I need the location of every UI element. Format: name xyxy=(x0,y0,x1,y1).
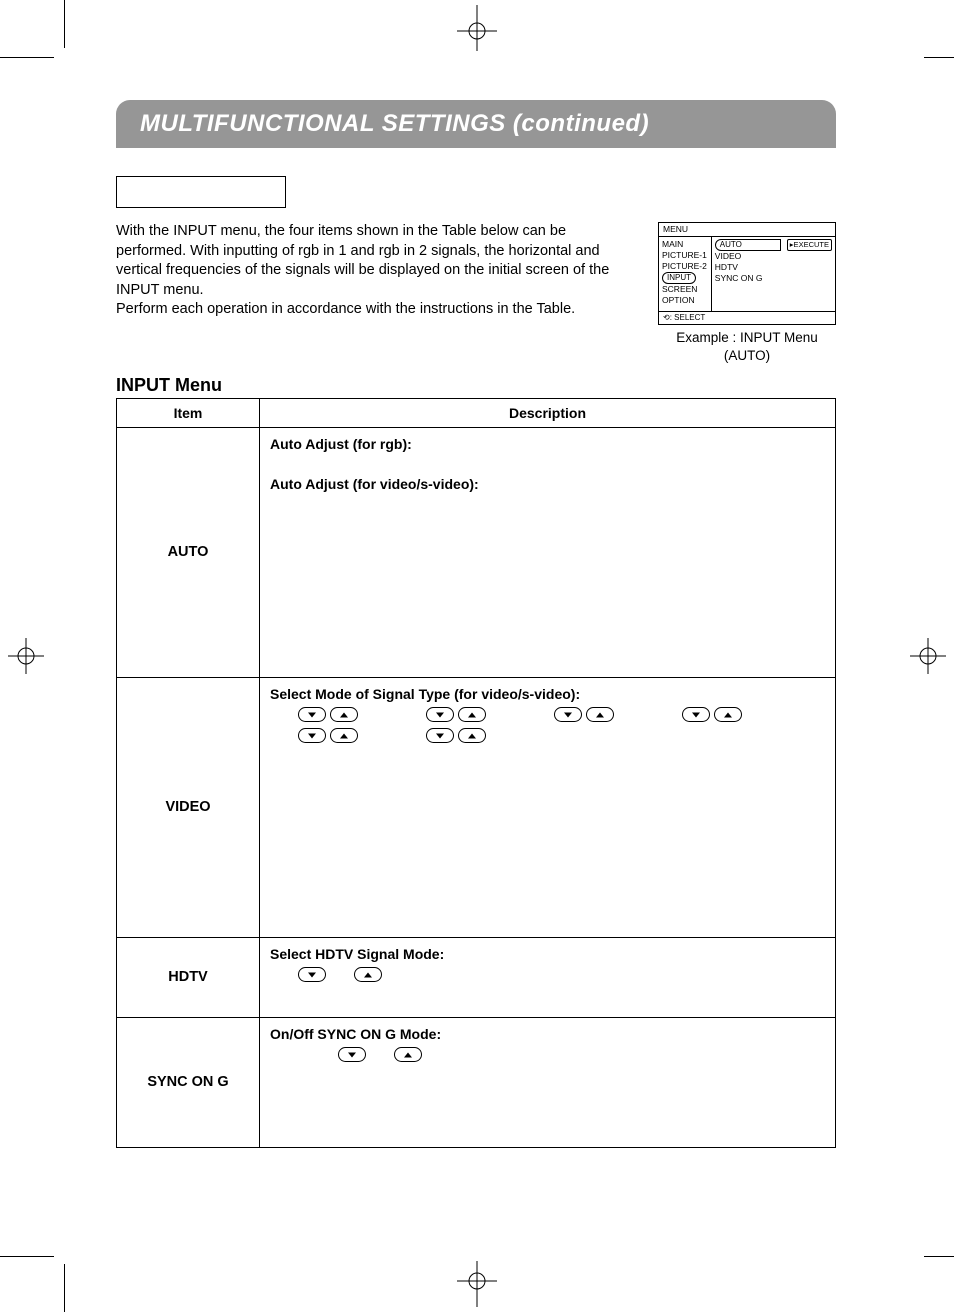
osd-left-column: MAIN PICTURE-1 PICTURE-2 INPUT SCREEN OP… xyxy=(659,237,712,311)
table-item-hdtv: HDTV xyxy=(117,937,260,1017)
osd-header: MENU xyxy=(659,223,835,237)
page-content: MULTIFUNCTIONAL SETTINGS (continued) Wit… xyxy=(116,100,836,1148)
crop-mark xyxy=(0,1256,54,1257)
crop-mark xyxy=(0,57,54,58)
osd-right-column: ▸EXECUTE xyxy=(784,237,835,311)
down-icon xyxy=(338,1047,366,1062)
up-icon xyxy=(714,707,742,722)
label-box xyxy=(116,176,286,208)
table-item-auto: AUTO xyxy=(117,427,260,677)
osd-middle-column: AUTO VIDEO HDTV SYNC ON G xyxy=(712,237,784,311)
registration-mark-right xyxy=(910,638,946,674)
page-title: MULTIFUNCTIONAL SETTINGS (continued) xyxy=(116,100,836,148)
osd-left-item: PICTURE-1 xyxy=(662,250,708,261)
down-icon xyxy=(298,967,326,982)
osd-left-item: MAIN xyxy=(662,239,708,250)
down-icon xyxy=(298,707,326,722)
button-row xyxy=(298,966,825,983)
intro-paragraph-2: Perform each operation in accordance wit… xyxy=(116,300,632,320)
button-row xyxy=(298,706,825,723)
osd-mid-item-selected: AUTO xyxy=(715,239,781,251)
section-title: INPUT Menu xyxy=(116,375,836,396)
up-icon xyxy=(354,967,382,982)
input-menu-table: Item Description AUTO Auto Adjust (for r… xyxy=(116,398,836,1148)
up-icon xyxy=(330,728,358,743)
crop-mark xyxy=(924,57,954,58)
osd-footer: ⟲: SELECT xyxy=(659,311,835,324)
osd-left-item: PICTURE-2 xyxy=(662,261,708,272)
down-icon xyxy=(682,707,710,722)
osd-mid-item: VIDEO xyxy=(715,251,781,262)
osd-mid-item: SYNC ON G xyxy=(715,273,781,284)
registration-mark-bottom xyxy=(457,1261,497,1307)
osd-mid-item: HDTV xyxy=(715,262,781,273)
down-icon xyxy=(426,728,454,743)
table-row: VIDEO Select Mode of Signal Type (for vi… xyxy=(117,677,836,937)
registration-mark-left xyxy=(8,638,44,674)
table-desc-auto: Auto Adjust (for rgb): Auto Adjust (for … xyxy=(260,427,836,677)
table-desc-video: Select Mode of Signal Type (for video/s-… xyxy=(260,677,836,937)
registration-mark-top xyxy=(457,5,497,51)
up-icon xyxy=(586,707,614,722)
down-icon xyxy=(426,707,454,722)
osd-left-item-selected: INPUT xyxy=(662,272,696,284)
osd-caption: Example : INPUT Menu (AUTO) xyxy=(658,329,836,364)
osd-left-item: SCREEN xyxy=(662,284,708,295)
button-row xyxy=(338,1046,825,1063)
intro-paragraph-1: With the INPUT menu, the four items show… xyxy=(116,222,632,300)
down-icon xyxy=(554,707,582,722)
table-desc-sync-on-g: On/Off SYNC ON G Mode: xyxy=(260,1017,836,1147)
button-row xyxy=(298,726,825,743)
table-desc-hdtv: Select HDTV Signal Mode: xyxy=(260,937,836,1017)
osd-window: MENU MAIN PICTURE-1 PICTURE-2 INPUT SCRE… xyxy=(658,222,836,325)
up-icon xyxy=(330,707,358,722)
table-header-item: Item xyxy=(117,398,260,427)
up-icon xyxy=(458,728,486,743)
table-row: HDTV Select HDTV Signal Mode: xyxy=(117,937,836,1017)
down-icon xyxy=(298,728,326,743)
table-item-sync-on-g: SYNC ON G xyxy=(117,1017,260,1147)
up-icon xyxy=(394,1047,422,1062)
intro-text: With the INPUT menu, the four items show… xyxy=(116,222,632,365)
up-icon xyxy=(458,707,486,722)
crop-mark xyxy=(64,1264,65,1312)
table-item-video: VIDEO xyxy=(117,677,260,937)
crop-mark xyxy=(924,1256,954,1257)
table-row: AUTO Auto Adjust (for rgb): Auto Adjust … xyxy=(117,427,836,677)
osd-execute-label: ▸EXECUTE xyxy=(787,239,832,251)
table-header-description: Description xyxy=(260,398,836,427)
osd-left-item: OPTION xyxy=(662,295,708,306)
crop-mark xyxy=(64,0,65,48)
osd-example: MENU MAIN PICTURE-1 PICTURE-2 INPUT SCRE… xyxy=(658,222,836,365)
table-row: SYNC ON G On/Off SYNC ON G Mode: xyxy=(117,1017,836,1147)
